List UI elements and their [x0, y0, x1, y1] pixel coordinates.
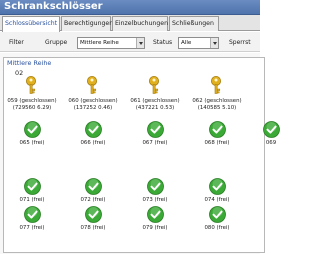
lock-label: 073 (frei) [142, 197, 168, 203]
lock-label: 080 (frei) [204, 225, 230, 231]
lock-label: 079 (frei) [142, 225, 168, 231]
lock-label: 068 (frei) [204, 140, 230, 146]
checkmark-icon [126, 206, 184, 223]
group-select-value: Mittlere Reihe [80, 40, 119, 46]
lock-cell[interactable]: 069 [242, 121, 300, 147]
group-title: Mittlere Reihe [7, 59, 52, 67]
group-label: Gruppe [45, 39, 68, 46]
checkmark-icon [64, 121, 122, 138]
lock-cell[interactable]: 072 (frei) [64, 178, 122, 204]
lock-cell[interactable]: 080 (frei) [188, 206, 246, 232]
checkmark-icon [3, 178, 61, 195]
tab-schliessungen[interactable]: Schließungen [169, 16, 219, 31]
lock-cell[interactable]: 077 (frei) [3, 206, 61, 232]
key-icon [126, 75, 184, 95]
lock-status-label-truncated: Sperrst [229, 39, 251, 46]
checkmark-icon [126, 178, 184, 195]
lock-label: 074 (frei) [204, 197, 230, 203]
key-icon [64, 75, 122, 95]
lock-cell[interactable]: 068 (frei) [188, 121, 246, 147]
chevron-down-icon [210, 38, 218, 48]
filter-bar: Filter Gruppe Mittlere Reihe Status Alle… [0, 32, 260, 52]
key-icon [3, 75, 61, 95]
window-title: Schrankschlösser [4, 1, 103, 12]
checkmark-icon [64, 206, 122, 223]
checkmark-icon [242, 121, 300, 138]
status-select[interactable]: Alle [178, 37, 219, 49]
lock-cell[interactable]: 073 (frei) [126, 178, 184, 204]
lock-cell[interactable]: 065 (frei) [3, 121, 61, 147]
lock-label: 077 (frei) [19, 225, 45, 231]
status-select-value: Alle [181, 40, 192, 46]
lock-label: 061 (geschlossen) [130, 98, 180, 104]
lock-cell[interactable]: 061 (geschlossen) (437221 0.53) [126, 75, 184, 112]
window-titlebar: Schrankschlösser [0, 0, 260, 15]
lock-label: 072 (frei) [80, 197, 106, 203]
lock-cell[interactable]: 067 (frei) [126, 121, 184, 147]
tab-bar: Schlossübersicht Berechtigungen Einzelbu… [0, 15, 260, 32]
checkmark-icon [188, 206, 246, 223]
lock-cell[interactable]: 074 (frei) [188, 178, 246, 204]
status-label: Status [153, 39, 173, 46]
tab-schlossuebersicht[interactable]: Schlossübersicht [2, 16, 60, 32]
lock-cell[interactable]: 066 (frei) [64, 121, 122, 147]
lock-cell[interactable]: 071 (frei) [3, 178, 61, 204]
checkmark-icon [3, 121, 61, 138]
lock-code: (729560 6.29) [12, 105, 52, 111]
checkmark-icon [188, 178, 246, 195]
lock-cell[interactable]: 060 (geschlossen) (137252 0.46) [64, 75, 122, 112]
lock-label: 067 (frei) [142, 140, 168, 146]
lock-cell[interactable]: 079 (frei) [126, 206, 184, 232]
lock-label: 071 (frei) [19, 197, 45, 203]
checkmark-icon [126, 121, 184, 138]
lock-label: 060 (geschlossen) [68, 98, 118, 104]
lock-code: (137252 0.46) [73, 105, 113, 111]
checkmark-icon [64, 178, 122, 195]
filter-label: Filter [9, 39, 24, 46]
tab-berechtigungen[interactable]: Berechtigungen [61, 16, 113, 31]
lock-label: 066 (frei) [80, 140, 106, 146]
lock-cell[interactable]: 059 (geschlossen) (729560 6.29) [3, 75, 61, 112]
lock-label: 069 [265, 140, 277, 146]
content-area: Mittlere Reihe 02 059 (geschlossen) (7295… [0, 53, 280, 254]
lock-label: 059 (geschlossen) [7, 98, 57, 104]
lock-label: 065 (frei) [19, 140, 45, 146]
lock-code: (140585 5.10) [197, 105, 237, 111]
lock-label: 062 (geschlossen) [192, 98, 242, 104]
lock-code: (437221 0.53) [135, 105, 175, 111]
group-select[interactable]: Mittlere Reihe [77, 37, 145, 49]
tab-einzelbuchungen[interactable]: Einzelbuchungen [112, 16, 168, 31]
chevron-down-icon [136, 38, 144, 48]
key-icon [188, 75, 246, 95]
checkmark-icon [3, 206, 61, 223]
checkmark-icon [188, 121, 246, 138]
lock-cell[interactable]: 078 (frei) [64, 206, 122, 232]
lock-cell[interactable]: 062 (geschlossen) (140585 5.10) [188, 75, 246, 112]
lock-label: 078 (frei) [80, 225, 106, 231]
